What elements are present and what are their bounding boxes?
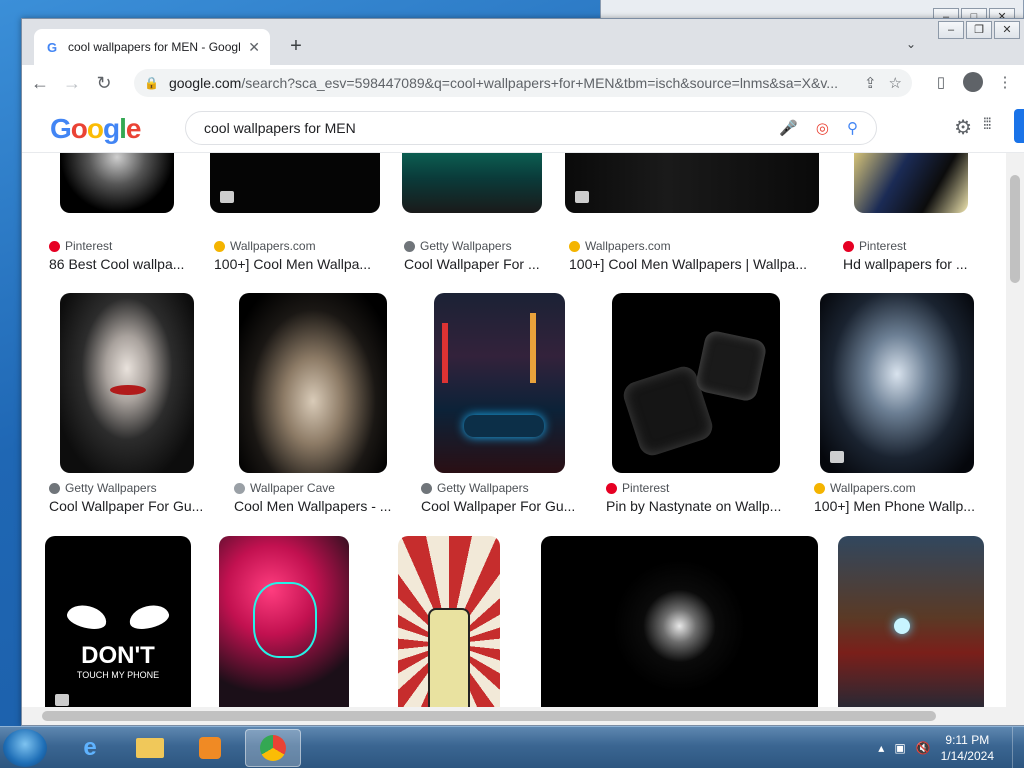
result-image[interactable] [60,153,174,213]
result-title[interactable]: 86 Best Cool wallpa... [49,256,189,272]
new-tab-button[interactable]: + [284,35,308,58]
result-source[interactable]: Wallpapers.com [569,239,671,253]
share-icon[interactable]: ⇪ [864,74,877,92]
result-source[interactable]: Wallpapers.com [214,239,316,253]
result-title[interactable]: 100+] Cool Men Wallpapers | Wallpa... [569,256,813,272]
result-image-joker[interactable] [60,293,194,473]
result-image-iron-man[interactable] [838,536,984,707]
tab-title: cool wallpapers for MEN - Googl [68,40,241,54]
google-favicon-icon: G [46,39,58,55]
result-image[interactable] [239,293,387,473]
google-logo[interactable]: Google [50,113,141,145]
result-title[interactable]: Cool Wallpaper For ... [404,256,544,272]
result-title[interactable]: Cool Men Wallpapers - ... [234,498,394,514]
show-desktop-button[interactable] [1012,727,1024,768]
clock-time: 9:11 PM [945,733,990,747]
microphone-icon[interactable]: 🎤 [779,119,798,137]
horizontal-scrollbar[interactable] [22,707,1024,725]
volume-muted-icon[interactable]: 🔇 [916,741,931,755]
menu-kebab-icon[interactable]: ⋮ [994,71,1016,93]
dont-text: DON'T [81,642,155,669]
settings-gear-icon[interactable]: ⚙ [954,115,972,140]
media-player-icon[interactable] [182,729,238,767]
vertical-scrollbar[interactable] [1006,153,1024,707]
minimize-button[interactable]: – [938,21,964,39]
forward-button[interactable]: → [58,69,86,97]
result-image-neon-mask[interactable] [219,536,349,707]
close-tab-icon[interactable]: ✕ [248,39,260,56]
file-explorer-icon[interactable] [122,729,178,767]
image-results: Pinterest 86 Best Cool wallpa... Wallpap… [22,153,1006,707]
url-path: /search?sca_esv=598447089&q=cool+wallpap… [241,75,838,91]
search-box[interactable]: cool wallpapers for MEN 🎤 ◎ ⚲ [185,111,877,145]
result-image-rock-hand[interactable] [398,536,500,707]
restore-button[interactable]: ❐ [966,21,992,39]
taskbar: e ▴ ▣ 🔇 9:11 PM 1/14/2024 [0,726,1024,768]
lens-camera-icon[interactable]: ◎ [816,119,829,137]
result-image[interactable] [565,153,819,213]
profile-avatar[interactable] [962,71,984,93]
result-title[interactable]: Hd wallpapers for ... [843,256,983,272]
result-image-astronaut[interactable] [820,293,974,473]
url-domain: google.com [168,75,242,91]
start-button[interactable] [3,729,47,767]
result-image-dont-touch[interactable]: DON'T TOUCH MY PHONE [45,536,191,707]
result-source[interactable]: Wallpaper Cave [234,481,335,495]
system-tray: ▴ ▣ 🔇 9:11 PM 1/14/2024 [878,727,1024,768]
dont-subtext: TOUCH MY PHONE [76,670,160,680]
side-panel-icon[interactable]: ▯ [930,71,952,93]
result-image[interactable] [854,153,968,213]
result-image[interactable] [434,293,565,473]
browser-toolbar: ← → ↻ 🔒 google.com/search?sca_esv=598447… [22,65,1024,101]
result-source[interactable]: Getty Wallpapers [404,239,512,253]
show-hidden-icons-icon[interactable]: ▴ [878,741,884,755]
tab-strip: G cool wallpapers for MEN - Googl ✕ + ⌄ … [22,19,1024,65]
result-source[interactable]: Pinterest [49,239,112,253]
result-title[interactable]: Cool Wallpaper For Gu... [49,498,209,514]
back-button[interactable]: ← [26,69,54,97]
clock[interactable]: 9:11 PM 1/14/2024 [941,732,994,764]
bookmark-star-icon[interactable]: ☆ [889,74,902,92]
lock-icon: 🔒 [144,76,159,90]
address-bar[interactable]: 🔒 google.com/search?sca_esv=598447089&q=… [134,69,912,97]
search-icon[interactable]: ⚲ [847,119,858,137]
result-title[interactable]: 100+] Cool Men Wallpa... [214,256,374,272]
result-source[interactable]: Getty Wallpapers [49,481,157,495]
tab-google-search[interactable]: G cool wallpapers for MEN - Googl ✕ [34,29,270,65]
result-image-abstract[interactable] [541,536,818,707]
reload-button[interactable]: ↻ [90,69,118,97]
result-source[interactable]: Pinterest [843,239,906,253]
clock-date: 1/14/2024 [940,749,994,763]
chrome-window: G cool wallpapers for MEN - Googl ✕ + ⌄ … [21,18,1024,726]
google-header: Google cool wallpapers for MEN 🎤 ◎ ⚲ ⚙ ⁞… [22,101,1024,153]
result-source[interactable]: Pinterest [606,481,669,495]
internet-explorer-icon[interactable]: e [62,729,118,767]
result-title[interactable]: Cool Wallpaper For Gu... [421,498,581,514]
result-source[interactable]: Wallpapers.com [814,481,916,495]
chrome-taskbar-icon[interactable] [245,729,301,767]
tab-search-chevron-icon[interactable]: ⌄ [906,37,916,51]
network-icon[interactable]: ▣ [894,741,905,755]
result-image[interactable] [402,153,542,213]
result-title[interactable]: Pin by Nastynate on Wallp... [606,498,786,514]
result-image-dice[interactable] [612,293,780,473]
sign-in-button[interactable] [1014,109,1024,143]
apps-grid-icon[interactable]: ⁞⁞⁞ [983,116,992,134]
close-window-button[interactable]: ✕ [994,21,1020,39]
search-query[interactable]: cool wallpapers for MEN [204,120,761,136]
result-title[interactable]: 100+] Men Phone Wallp... [814,498,974,514]
result-source[interactable]: Getty Wallpapers [421,481,529,495]
result-image[interactable] [210,153,380,213]
